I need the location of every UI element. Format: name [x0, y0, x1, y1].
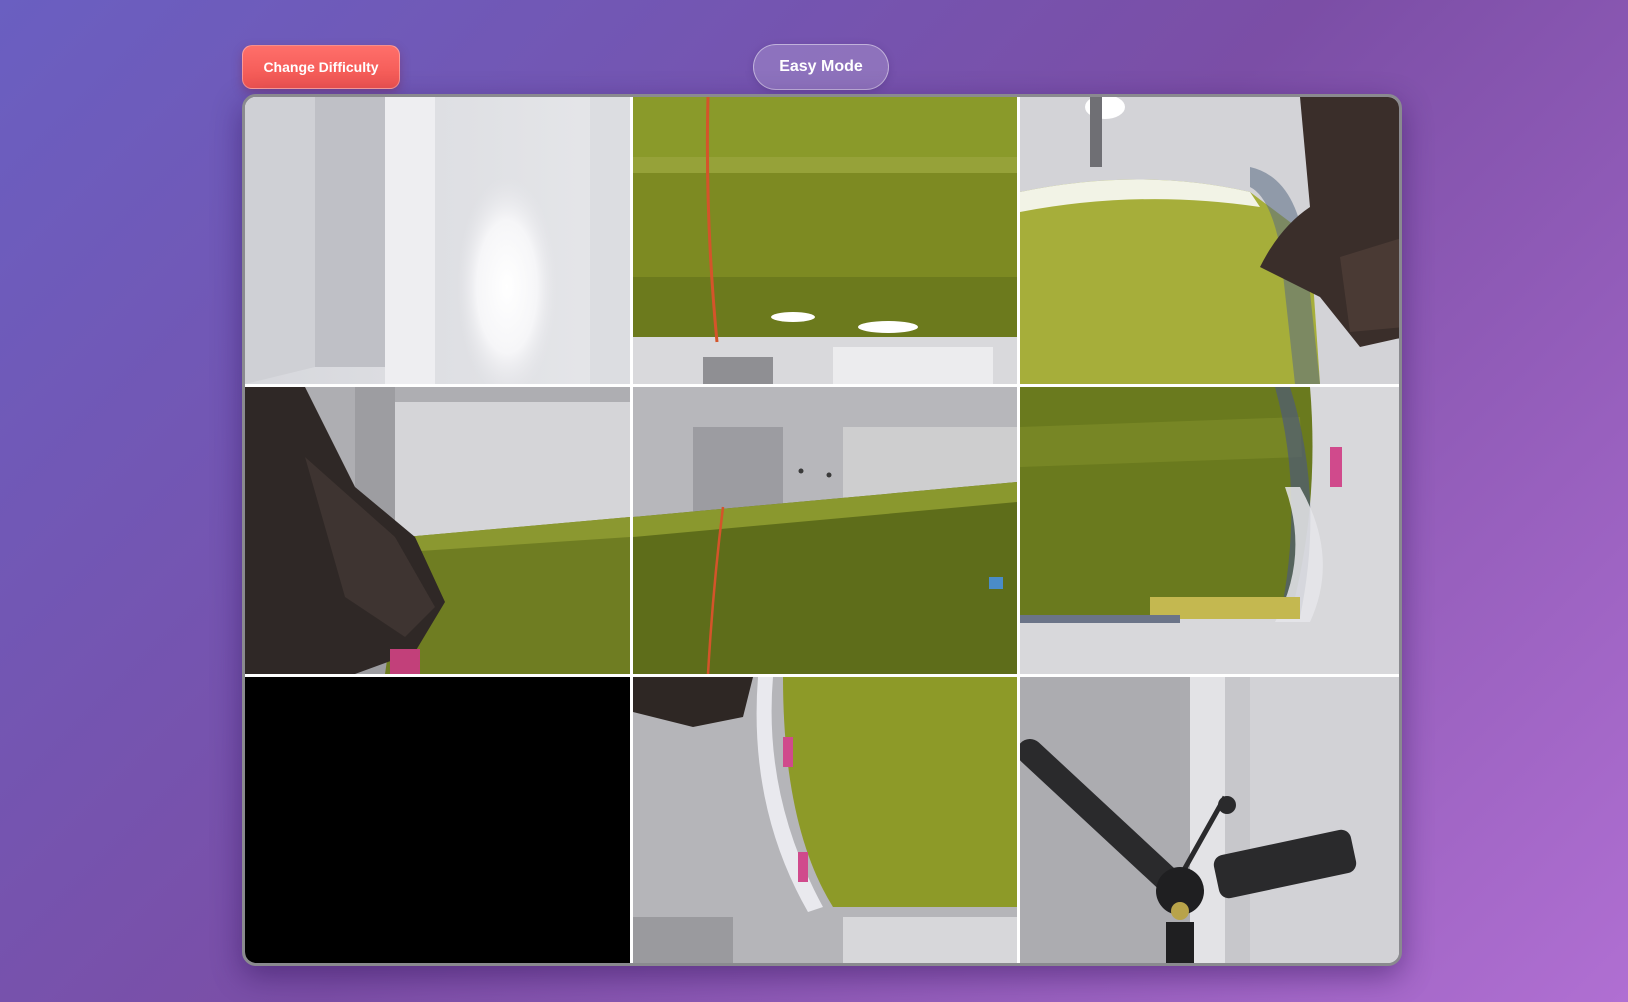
puzzle-tile[interactable] [633, 387, 1017, 674]
puzzle-board [242, 94, 1402, 966]
puzzle-tile[interactable] [1020, 97, 1399, 384]
puzzle-tile[interactable] [1020, 387, 1399, 674]
puzzle-tile[interactable] [633, 97, 1017, 384]
puzzle-tile[interactable] [1020, 677, 1399, 963]
puzzle-tile[interactable] [245, 97, 630, 384]
empty-tile[interactable] [245, 677, 630, 963]
puzzle-tile[interactable] [245, 387, 630, 674]
puzzle-tile[interactable] [633, 677, 1017, 963]
change-difficulty-button[interactable]: Change Difficulty [242, 45, 400, 89]
difficulty-mode-button[interactable]: Easy Mode [753, 44, 889, 90]
